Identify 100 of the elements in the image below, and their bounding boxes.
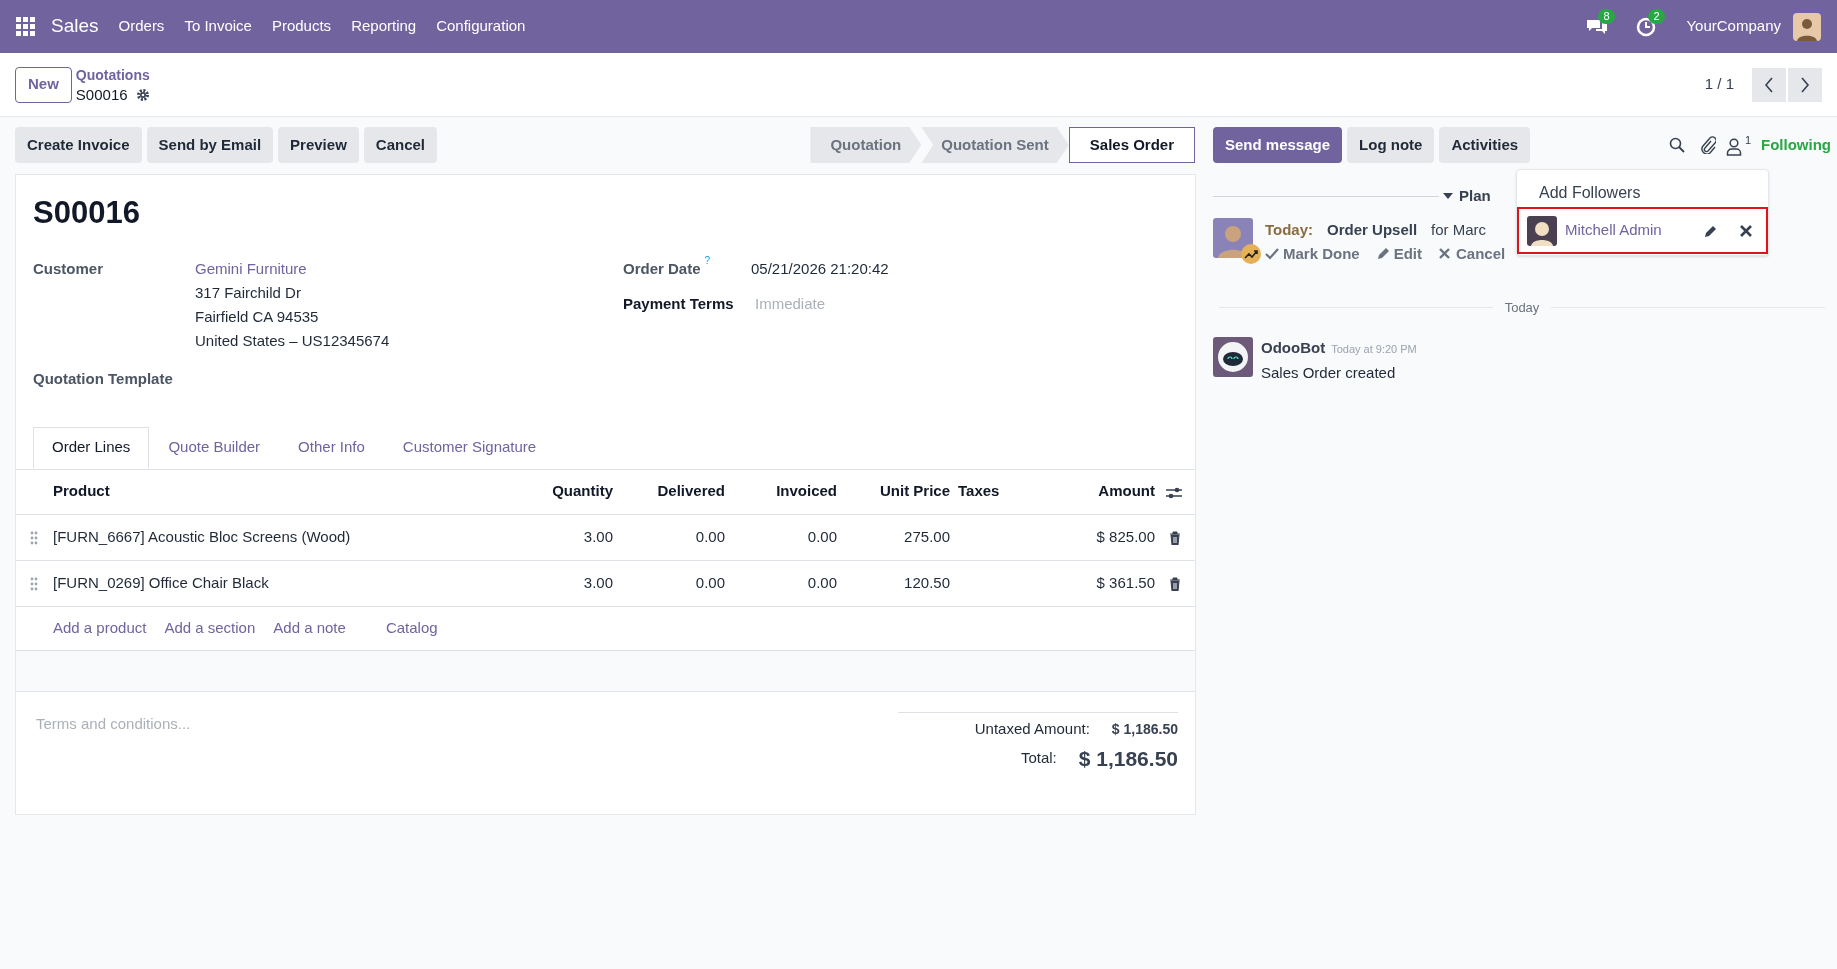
chevron-left-icon [1764, 76, 1774, 93]
address-line: 317 Fairchild Dr [195, 282, 302, 303]
status-stage[interactable]: Quotation Sent [921, 127, 1069, 163]
person-avatar-icon [1527, 215, 1557, 246]
app-grid-icon [16, 17, 35, 36]
column-settings-icon [1165, 485, 1183, 500]
column-header[interactable]: Invoiced [725, 480, 837, 503]
chatter-button[interactable]: Send message [1213, 127, 1343, 163]
menu-item[interactable]: Products [271, 15, 332, 38]
pager-value: 1 / 1 [1704, 74, 1734, 95]
field-label: Order Date [623, 258, 701, 279]
total-value: $ 1,186.50 [1111, 720, 1178, 739]
action-button[interactable]: Send by Email [146, 127, 274, 163]
column-header[interactable]: Quantity [513, 480, 613, 503]
pencil-icon [1375, 247, 1390, 260]
follower-count: 1 [1744, 132, 1751, 148]
due-label: Today: [1265, 219, 1314, 240]
gear-icon [135, 87, 150, 102]
activity-assignee: for Marc [1431, 219, 1487, 240]
form-tab[interactable]: Order Lines [33, 426, 150, 469]
drag-handle-icon [30, 530, 38, 545]
status-stage[interactable]: Quotation [810, 127, 922, 163]
status-stage[interactable]: Sales Order [1068, 127, 1195, 163]
add-line-link[interactable]: Catalog [385, 616, 438, 640]
message-time: Today at 9:20 PM [1331, 342, 1417, 357]
activity-summary: Order Upsell [1327, 219, 1418, 240]
customer-link[interactable]: Gemini Furniture [195, 256, 390, 281]
table-cell-text: [FURN_0269] Office Chair Black [53, 572, 270, 593]
chatter-button[interactable]: Log note [1347, 127, 1435, 163]
table-cell-text: 0.00 [694, 572, 725, 593]
total-label: Total: [1020, 748, 1057, 769]
activity-section-title[interactable]: Plan [1459, 185, 1491, 208]
close-icon [1438, 247, 1453, 260]
message-author: OdooBot [1261, 338, 1326, 358]
field-label: Customer [33, 258, 104, 279]
order-date-value: 05/21/2026 21:20:42 [751, 258, 889, 279]
breadcrumb-link[interactable]: Quotations [75, 64, 150, 85]
add-line-link[interactable]: Add a section [164, 616, 256, 640]
caret-down-icon [1443, 193, 1453, 200]
table-cell-text: 120.50 [903, 572, 950, 593]
column-header[interactable]: Product [53, 480, 513, 503]
column-header[interactable]: Delivered [613, 480, 725, 503]
action-button[interactable]: Cancel [363, 127, 437, 163]
table-cell-text: 0.00 [806, 572, 837, 593]
add-line-link[interactable]: Add a product [53, 616, 147, 640]
payment-terms-field[interactable]: Immediate [755, 292, 1015, 315]
next-button[interactable] [1788, 67, 1822, 102]
column-header[interactable]: Unit Price [837, 480, 950, 503]
form-tab[interactable]: Other Info [279, 426, 384, 469]
action-button[interactable]: Create Invoice [15, 127, 142, 163]
table-cell-text: 3.00 [582, 526, 613, 547]
counter-badge: 2 [1648, 8, 1665, 24]
column-header[interactable]: Taxes [950, 480, 1060, 503]
add-followers-link[interactable]: Add Followers [1517, 182, 1768, 204]
action-button[interactable]: Preview [278, 127, 359, 163]
activity-action-link[interactable]: Mark Done [1283, 241, 1360, 266]
table-cell-text: 0.00 [694, 526, 725, 547]
record-title: S00016 [33, 194, 141, 232]
help-icon[interactable]: ? [704, 254, 711, 267]
table-cell-text: 275.00 [903, 526, 950, 547]
add-line-link[interactable]: Add a note [273, 616, 346, 640]
drag-handle-icon [30, 576, 38, 591]
address-line: United States – US12345674 [195, 330, 390, 351]
address-line: Fairfield CA 94535 [195, 306, 320, 327]
terms-field[interactable]: Terms and conditions... [36, 711, 898, 736]
form-tab[interactable]: Customer Signature [383, 426, 556, 469]
app-name[interactable]: Sales [51, 12, 99, 41]
pencil-icon [1704, 223, 1718, 238]
check-icon [1265, 247, 1279, 260]
activity-action-link[interactable]: Cancel [1456, 241, 1506, 266]
form-tab[interactable]: Quote Builder [149, 426, 280, 469]
counter-badge: 8 [1598, 8, 1615, 24]
follower-name: Mitchell Admin [1565, 220, 1663, 241]
menu-item[interactable]: To Invoice [184, 15, 252, 38]
menu-item[interactable]: Configuration [436, 15, 526, 38]
trash-icon [1169, 530, 1181, 545]
trend-icon [1241, 243, 1261, 264]
record-name: S00016 [75, 84, 128, 105]
menu-item[interactable]: Orders [118, 15, 165, 38]
table-cell-text: $ 361.50 [1095, 572, 1155, 593]
trash-icon [1169, 576, 1181, 591]
table-cell-text: $ 825.00 [1095, 526, 1155, 547]
column-header[interactable]: Amount [1060, 480, 1155, 503]
previous-button[interactable] [1752, 67, 1786, 102]
table-cell-text: 3.00 [582, 572, 613, 593]
following-button[interactable]: Following [1761, 133, 1831, 157]
table-cell-text: [FURN_6667] Acoustic Bloc Screens (Wood) [53, 526, 352, 547]
field-label: Payment Terms [623, 293, 735, 314]
total-value: $ 1,186.50 [1078, 745, 1178, 772]
date-separator: Today [1504, 298, 1540, 317]
robot-avatar-icon [1213, 337, 1253, 377]
company-name[interactable]: YourCompany [1686, 15, 1781, 38]
new-button[interactable]: New [15, 66, 72, 103]
menu-item[interactable]: Reporting [351, 15, 417, 38]
paperclip-icon [1699, 136, 1716, 154]
activity-action-link[interactable]: Edit [1393, 241, 1423, 266]
chatter-button[interactable]: Activities [1439, 127, 1531, 163]
follower-item[interactable]: Mitchell Admin [1517, 207, 1768, 254]
message-body: Sales Order created [1261, 362, 1397, 383]
person-icon [1725, 137, 1742, 156]
